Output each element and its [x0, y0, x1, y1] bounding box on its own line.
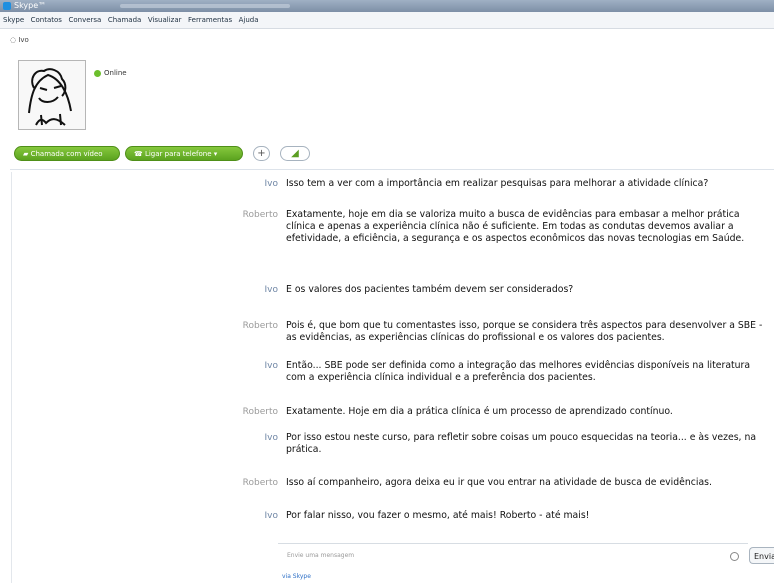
phone-icon: ☎	[134, 150, 145, 158]
message-compose-box[interactable]: Envie uma mensagem	[278, 543, 748, 571]
menu-conversa[interactable]: Conversa	[68, 12, 101, 28]
back-icon[interactable]: ◌	[10, 36, 16, 44]
message-author[interactable]: Ivo	[230, 178, 279, 191]
message-text: Por isso estou neste curso, para refleti…	[286, 432, 757, 455]
message-author[interactable]: Roberto	[230, 477, 278, 490]
online-status-icon	[94, 69, 101, 77]
send-file-button[interactable]: ◢	[280, 146, 310, 161]
avatar-caricature-icon	[28, 68, 72, 126]
menu-contatos[interactable]: Contatos	[31, 12, 62, 28]
contact-name[interactable]: Ivo	[18, 36, 29, 44]
menu-bar: Skype Contatos Conversa Chamada Visualiz…	[0, 12, 774, 29]
conversation-divider	[10, 169, 774, 170]
message-text: Exatamente, hoje em dia se valoriza muit…	[286, 209, 745, 244]
online-status-label: Online	[104, 69, 127, 77]
video-call-label: Chamada com vídeo	[30, 150, 103, 158]
message-text: Por falar nisso, vou fazer o mesmo, até …	[286, 510, 590, 521]
phone-call-button[interactable]: ☎ Ligar para telefone ▾	[125, 146, 243, 161]
message-text: Então... SBE pode ser definida como a in…	[286, 360, 751, 383]
contact-avatar	[18, 60, 86, 130]
menu-skype[interactable]: Skype	[3, 12, 24, 28]
window-title: Skype™	[14, 1, 47, 10]
message-author[interactable]: Roberto	[230, 406, 278, 419]
menu-chamada[interactable]: Chamada	[108, 12, 141, 28]
message-author[interactable]: Roberto	[230, 209, 278, 222]
video-camera-icon: ▰	[23, 150, 31, 158]
add-button[interactable]: +	[253, 146, 270, 161]
online-status: Online	[94, 69, 127, 77]
skype-logo-icon	[3, 2, 11, 10]
message-text: E os valores dos pacientes também devem …	[286, 284, 574, 295]
blurred-title-text	[120, 4, 290, 8]
dropdown-arrow-icon: ▾	[211, 150, 218, 158]
title-bar: Skype™	[0, 0, 774, 12]
message-author[interactable]: Ivo	[230, 510, 279, 523]
phone-call-label: Ligar para telefone	[144, 150, 212, 158]
message-text: Isso aí companheiro, agora deixa eu ir q…	[286, 477, 712, 488]
message-text: Pois é, que bom que tu comentastes isso,…	[286, 320, 763, 343]
send-message-button[interactable]: Envia	[749, 547, 774, 564]
emoticon-icon[interactable]	[730, 552, 739, 561]
skype-footer-link[interactable]: via Skype	[282, 573, 311, 580]
menu-ajuda[interactable]: Ajuda	[239, 12, 259, 28]
menu-ferramentas[interactable]: Ferramentas	[188, 12, 232, 28]
video-call-button[interactable]: ▰ Chamada com vídeo	[14, 146, 120, 161]
message-author[interactable]: Ivo	[230, 284, 279, 297]
message-text: Exatamente. Hoje em dia a prática clínic…	[286, 406, 673, 417]
message-input-placeholder: Envie uma mensagem	[287, 552, 355, 559]
profile-panel: Online ▰ Chamada com vídeo ☎ Ligar para …	[0, 48, 774, 161]
message-author[interactable]: Ivo	[230, 360, 279, 373]
contact-breadcrumb: ◌ Ivo	[10, 36, 29, 44]
menu-visualizar[interactable]: Visualizar	[148, 12, 182, 28]
message-author[interactable]: Roberto	[230, 320, 278, 333]
message-author[interactable]: Ivo	[230, 432, 279, 445]
message-text: Isso tem a ver com a importância em real…	[286, 178, 709, 189]
left-panel-edge	[11, 172, 12, 583]
